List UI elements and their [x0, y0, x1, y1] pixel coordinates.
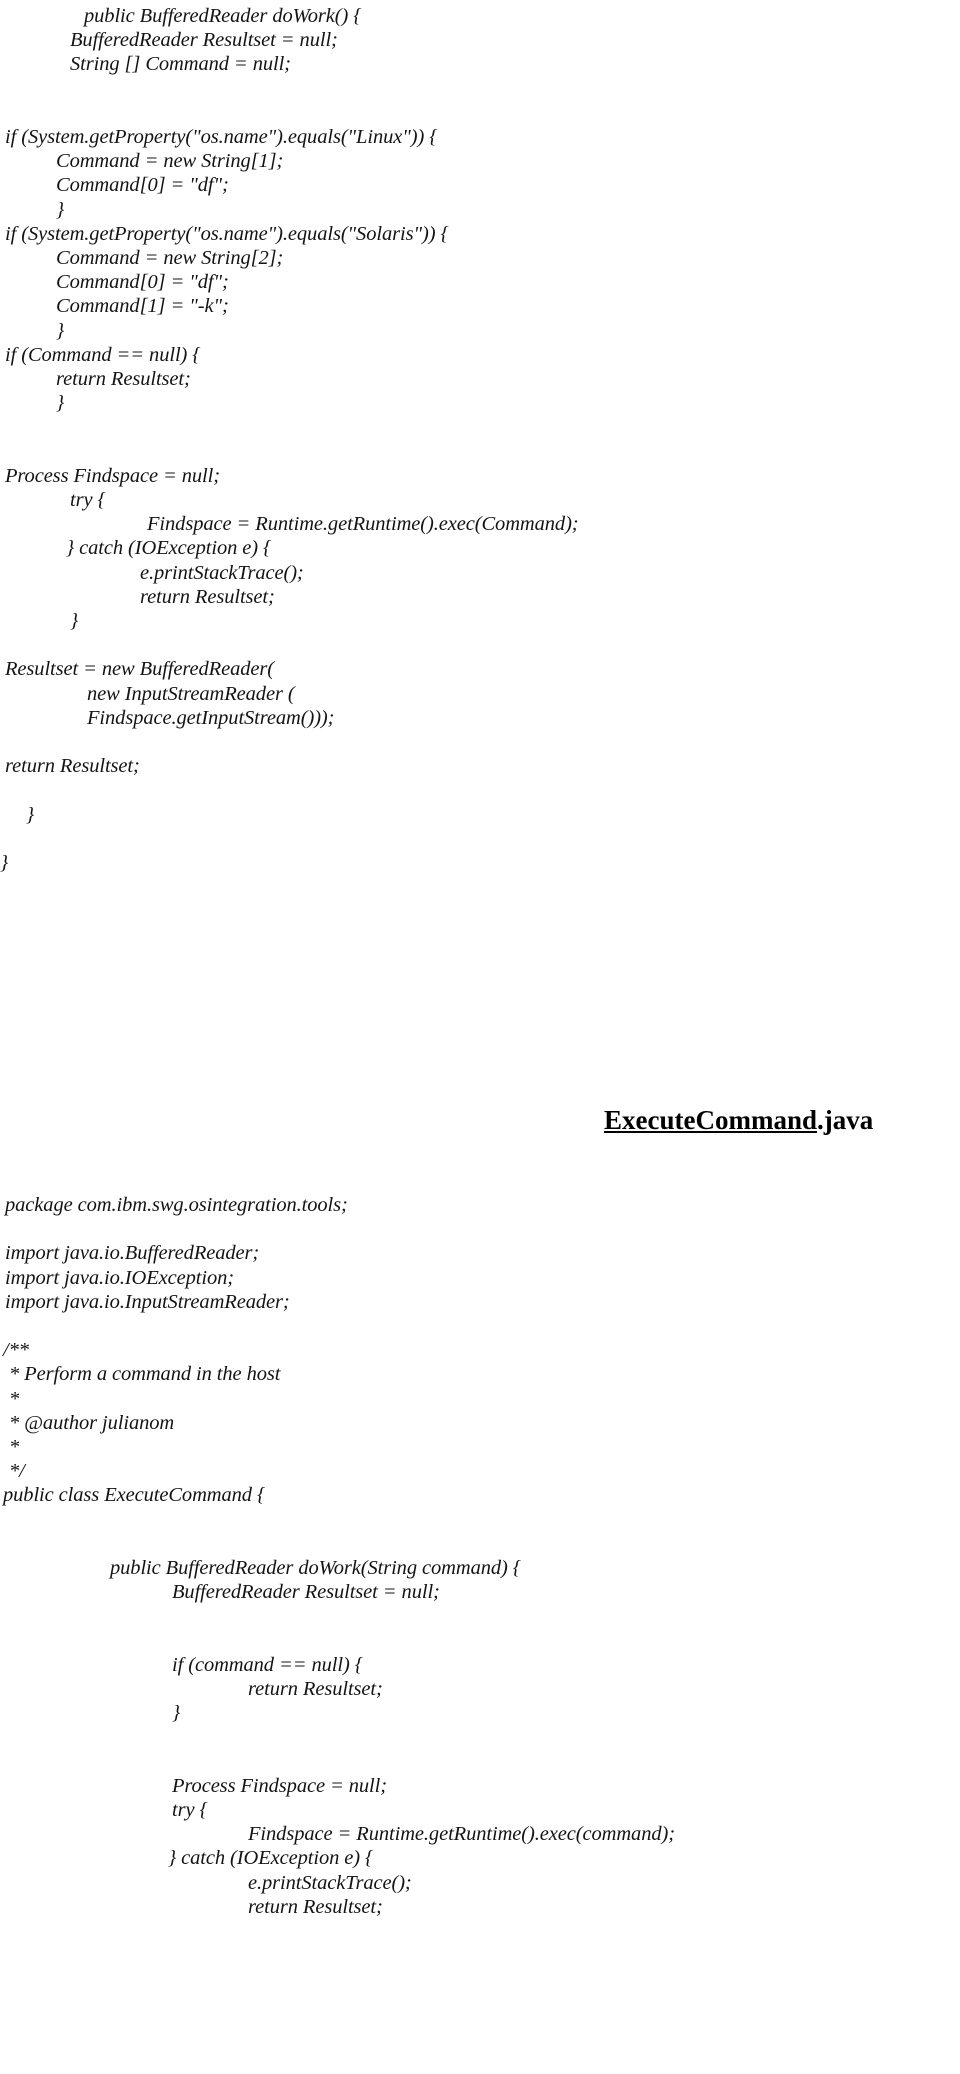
code-line: Findspace = Runtime.getRuntime().exec(co…	[248, 1823, 675, 1846]
code-line: import java.io.InputStreamReader;	[5, 1290, 290, 1313]
code-line: } catch (IOException e) {	[66, 537, 272, 560]
file-extension: .java	[816, 1105, 874, 1135]
code-line: * @author julianom	[9, 1411, 175, 1434]
code-line: Command = new String[2];	[56, 247, 284, 269]
code-line: try {	[70, 489, 106, 511]
code-line: if (command == null) {	[172, 1653, 363, 1676]
file-name-underlined: ExecuteCommand	[604, 1105, 817, 1135]
code-line: */	[9, 1460, 25, 1483]
code-line: }	[70, 610, 79, 632]
code-line: }	[172, 1702, 181, 1725]
code-line: public BufferedReader doWork() {	[84, 5, 362, 27]
code-line: if (System.getProperty("os.name").equals…	[5, 222, 449, 245]
file-name-heading: ExecuteCommand.java	[604, 1105, 873, 1135]
code-line: }	[0, 852, 9, 874]
code-line: }	[26, 803, 35, 826]
code-line: return Resultset;	[248, 1895, 383, 1918]
code-line: }	[56, 392, 65, 415]
code-line: Process Findspace = null;	[5, 464, 220, 487]
code-line: public class ExecuteCommand {	[3, 1484, 266, 1507]
code-line: /**	[3, 1339, 29, 1362]
code-line: package com.ibm.swg.osintegration.tools;	[5, 1194, 348, 1216]
code-line: * Perform a command in the host	[9, 1363, 281, 1386]
code-line: *	[9, 1436, 20, 1458]
code-line: Command[0] = "df";	[56, 174, 229, 197]
code-line: Command = new String[1];	[56, 150, 284, 173]
code-line: e.printStackTrace();	[248, 1871, 412, 1894]
code-line: }	[56, 319, 65, 342]
code-line: Resultset = new BufferedReader(	[5, 658, 274, 681]
code-line: if (Command == null) {	[5, 343, 201, 366]
code-line: } catch (IOException e) {	[168, 1847, 374, 1870]
code-line: String [] Command = null;	[70, 53, 291, 76]
code-line: try {	[172, 1799, 208, 1821]
code-line: Findspace.getInputStream()));	[87, 706, 335, 729]
code-line: Command[0] = "df";	[56, 271, 229, 294]
code-line: BufferedReader Resultset = null;	[172, 1581, 440, 1604]
code-line: BufferedReader Resultset = null;	[70, 29, 338, 52]
code-line: new InputStreamReader (	[87, 682, 295, 705]
document-page: public BufferedReader doWork() {Buffered…	[0, 0, 960, 2074]
code-line: return Resultset;	[5, 755, 140, 778]
code-line: }	[56, 198, 65, 221]
code-line: import java.io.BufferedReader;	[5, 1242, 260, 1265]
code-line: import java.io.IOException;	[5, 1266, 235, 1289]
code-line: return Resultset;	[248, 1678, 383, 1700]
code-line: return Resultset;	[56, 368, 191, 390]
code-line: Findspace = Runtime.getRuntime().exec(Co…	[147, 513, 579, 536]
code-line: if (System.getProperty("os.name").equals…	[5, 126, 438, 148]
code-line: return Resultset;	[140, 585, 275, 608]
code-line: Command[1] = "-k";	[56, 295, 229, 318]
code-line: Process Findspace = null;	[172, 1774, 387, 1797]
code-line: e.printStackTrace();	[140, 561, 304, 584]
code-line: *	[9, 1387, 20, 1410]
code-line: public BufferedReader doWork(String comm…	[110, 1557, 521, 1579]
